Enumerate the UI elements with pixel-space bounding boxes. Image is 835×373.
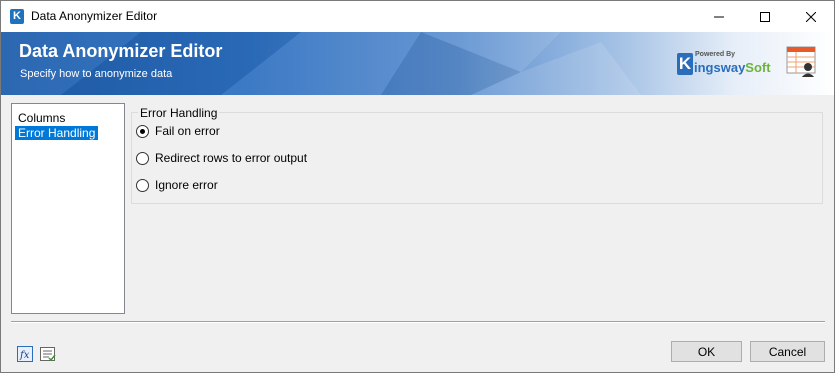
brand-name-second: Soft: [745, 60, 771, 75]
radio-label: Redirect rows to error output: [155, 151, 308, 165]
minimize-icon: [714, 16, 724, 17]
svg-text:fx: fx: [19, 350, 30, 361]
radio-checked-indicator[interactable]: [136, 124, 149, 138]
footer-separator: [11, 321, 825, 323]
radio-redirect-rows[interactable]: Redirect rows to error output: [136, 151, 307, 165]
data-anonymizer-icon: [786, 46, 816, 77]
brand-name-first: ingsway: [694, 60, 746, 75]
fx-expression-icon[interactable]: fx: [17, 346, 33, 362]
close-button[interactable]: [788, 1, 834, 32]
banner-subtitle: Specify how to anonymize data: [20, 68, 173, 80]
cancel-button[interactable]: Cancel: [750, 341, 825, 362]
header-banner: Data Anonymizer Editor Specify how to an…: [1, 32, 834, 95]
radio-ignore-error[interactable]: Ignore error: [136, 178, 218, 192]
radio-fail-on-error[interactable]: Fail on error: [136, 124, 220, 138]
minimize-button[interactable]: [696, 1, 742, 32]
banner-title: Data Anonymizer Editor: [19, 41, 223, 61]
window-title: Data Anonymizer Editor: [31, 9, 158, 23]
error-handling-group-label: Error Handling: [138, 106, 220, 120]
ok-button[interactable]: OK: [671, 341, 742, 362]
kingswaysoft-logo: Powered By K ingswaySoft: [677, 51, 771, 77]
nav-item-columns[interactable]: Columns: [15, 111, 68, 125]
radio-label: Fail on error: [155, 124, 220, 138]
maximize-icon: [760, 11, 770, 22]
dialog-window: K Data Anonymizer Editor Data Anonymizer…: [0, 0, 835, 373]
radio-unchecked-indicator[interactable]: [136, 178, 149, 192]
page-navigation-list[interactable]: Columns Error Handling: [11, 103, 125, 314]
brand-powered-by: Powered By: [695, 51, 736, 58]
nav-item-error-handling[interactable]: Error Handling: [15, 126, 99, 140]
radio-unchecked-indicator[interactable]: [136, 151, 149, 165]
brand-k-glyph: K: [677, 53, 693, 75]
title-bar: K Data Anonymizer Editor: [1, 1, 834, 32]
maximize-button[interactable]: [742, 1, 788, 32]
radio-label: Ignore error: [155, 178, 218, 192]
properties-icon[interactable]: [40, 346, 56, 362]
brand-name: ingswaySoft: [694, 60, 771, 75]
close-icon: [806, 11, 816, 22]
kingsway-app-icon: K: [10, 9, 24, 24]
